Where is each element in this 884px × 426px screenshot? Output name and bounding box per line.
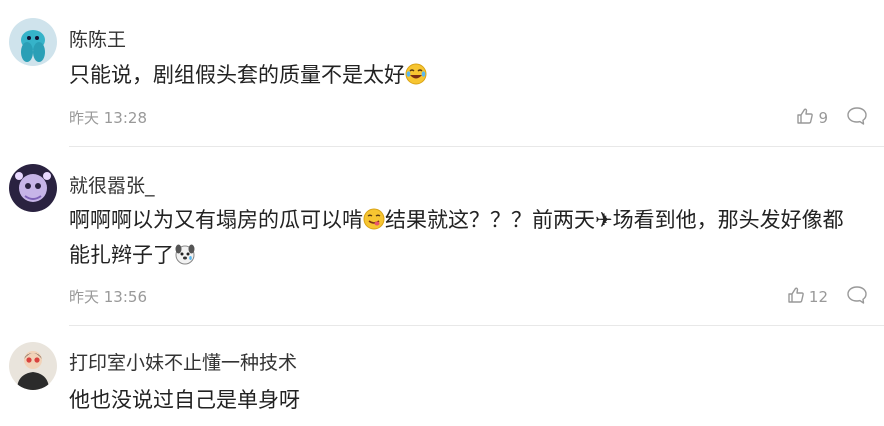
comment-text: 他也没说过自己是单身呀 [69, 388, 300, 412]
avatar[interactable] [9, 342, 57, 390]
comment-item: 打印室小妹不止懂一种技术 他也没说过自己是单身呀 [0, 0, 884, 426]
username[interactable]: 打印室小妹不止懂一种技术 [69, 348, 297, 375]
